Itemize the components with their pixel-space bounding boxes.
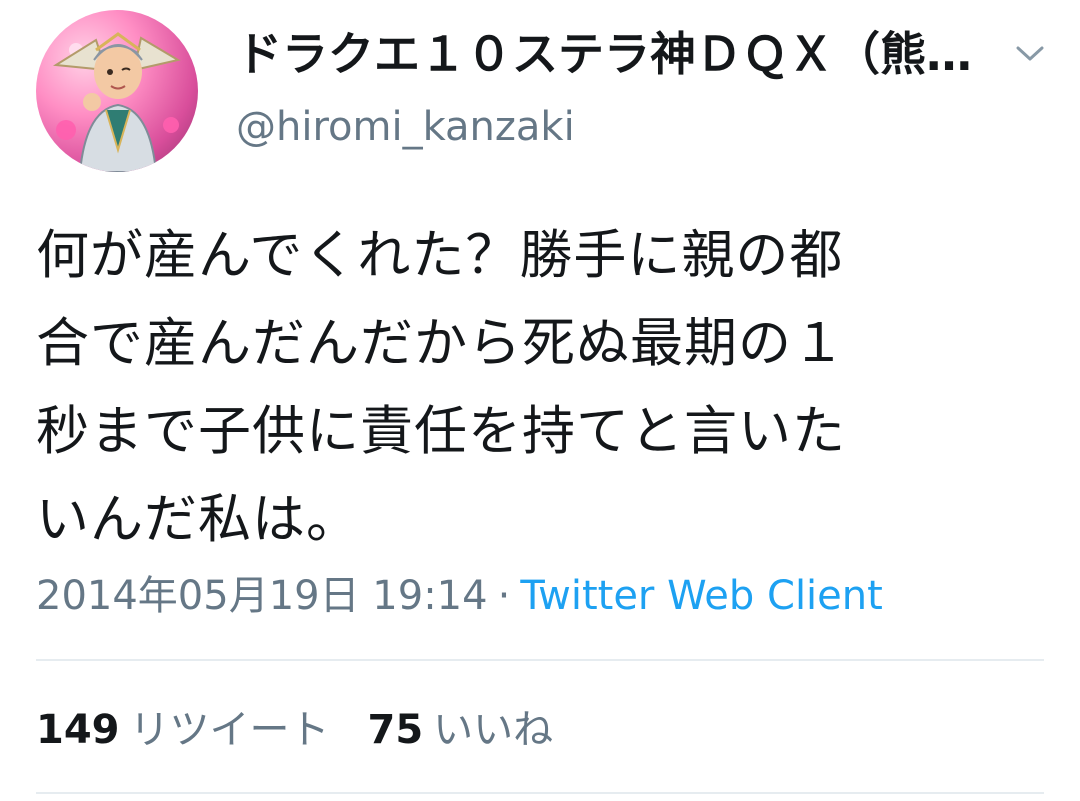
like-label: いいね bbox=[433, 707, 554, 753]
retweet-count: 149 bbox=[36, 707, 120, 753]
avatar-illustration bbox=[52, 32, 181, 172]
like-count: 75 bbox=[367, 707, 424, 753]
avatar[interactable] bbox=[36, 10, 198, 172]
more-options-button[interactable] bbox=[1006, 36, 1054, 72]
retweet-label: リツイート bbox=[129, 707, 330, 753]
retweets-stat[interactable]: 149 リツイート bbox=[36, 704, 330, 756]
display-name[interactable]: ドラクエ１０ステラ神ＤＱＸ（熊… bbox=[236, 26, 976, 82]
user-handle[interactable]: @hiromi_kanzaki bbox=[236, 102, 575, 152]
tweet-meta: 2014年05月19日 19:14 · Twitter Web Client bbox=[36, 570, 883, 622]
tweet-stats: 149 リツイート 75 いいね bbox=[36, 704, 553, 756]
chevron-down-icon bbox=[1016, 46, 1044, 61]
timestamp[interactable]: 2014年05月19日 19:14 bbox=[36, 573, 488, 619]
meta-separator: · bbox=[497, 573, 511, 619]
source-link[interactable]: Twitter Web Client bbox=[520, 573, 883, 619]
tweet-card: ドラクエ１０ステラ神ＤＱＸ（熊… @hiromi_kanzaki 何が産んでくれ… bbox=[0, 0, 1080, 801]
divider bbox=[36, 792, 1044, 794]
tweet-text: 何が産んでくれた？勝手に親の都 合で産んだんだから死ぬ最期の１ 秒まで子供に責任… bbox=[36, 225, 846, 550]
likes-stat[interactable]: 75 いいね bbox=[368, 704, 554, 756]
divider bbox=[36, 659, 1044, 661]
